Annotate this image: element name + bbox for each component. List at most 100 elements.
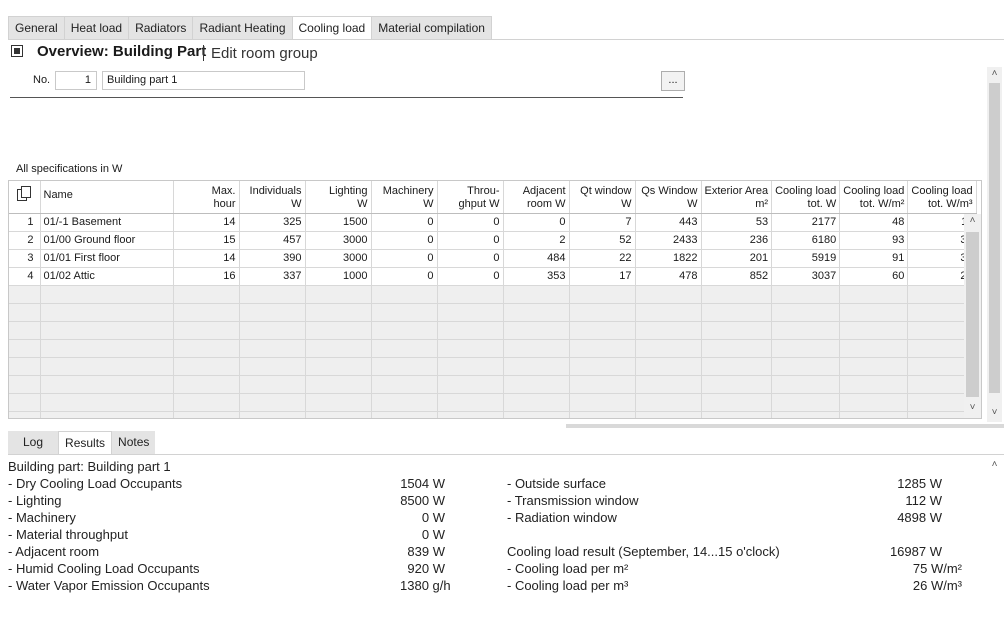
table-cell[interactable]: 0 [371, 267, 438, 286]
building-part-name-field[interactable]: Building part 1 [102, 71, 305, 90]
result-value: 26 W/m³ [912, 578, 962, 593]
collapse-toggle-icon[interactable] [11, 45, 23, 57]
table-cell[interactable]: 1500 [305, 213, 372, 232]
panel-scrollbar[interactable]: ˄ ˅ [987, 67, 1002, 422]
table-cell[interactable]: 236 [701, 231, 773, 250]
table-cell[interactable]: 91 [839, 249, 909, 268]
table-cell[interactable]: 3000 [305, 231, 372, 250]
column-header-name[interactable]: Name [40, 181, 174, 214]
table-cell[interactable]: 01/02 Attic [40, 267, 174, 286]
table-cell[interactable]: 0 [437, 249, 504, 268]
column-header-qs-window[interactable]: Qs Window W [635, 181, 702, 214]
empty-cell [239, 285, 306, 304]
table-cell[interactable]: 353 [503, 267, 570, 286]
table-row[interactable]: 3 01/01 First floor 14 390 3000 0 0 484 … [9, 249, 977, 268]
table-cell[interactable]: 2433 [635, 231, 702, 250]
table-cell[interactable]: 01/00 Ground floor [40, 231, 174, 250]
table-cell[interactable]: 478 [635, 267, 702, 286]
browse-button[interactable]: ... [661, 71, 685, 91]
table-cell[interactable]: 3037 [771, 267, 841, 286]
table-row[interactable]: 4 01/02 Attic 16 337 1000 0 0 353 17 478… [9, 267, 977, 286]
table-cell[interactable]: 17 [569, 267, 636, 286]
table-row[interactable]: 1 01/-1 Basement 14 325 1500 0 0 0 7 443… [9, 213, 977, 232]
table-cell[interactable]: 325 [239, 213, 306, 232]
tab-log[interactable]: Log [8, 431, 59, 455]
empty-cell [635, 339, 702, 358]
tab-notes[interactable]: Notes [112, 431, 156, 455]
table-cell[interactable]: 2177 [771, 213, 841, 232]
table-cell[interactable]: 443 [635, 213, 702, 232]
table-row[interactable]: 2 01/00 Ground floor 15 457 3000 0 0 2 5… [9, 231, 977, 250]
copy-icon[interactable] [9, 181, 41, 214]
column-header-cooling-load-total[interactable]: Cooling load tot. W [771, 181, 841, 214]
table-cell[interactable]: 01/-1 Basement [40, 213, 174, 232]
table-cell[interactable]: 0 [503, 213, 570, 232]
table-cell[interactable]: 0 [437, 213, 504, 232]
tab-radiant-heating[interactable]: Radiant Heating [192, 16, 292, 40]
number-field[interactable]: 1 [55, 71, 97, 90]
table-cell[interactable]: 0 [371, 213, 438, 232]
table-cell[interactable]: 852 [701, 267, 773, 286]
empty-cell [40, 285, 174, 304]
table-cell[interactable]: 60 [839, 267, 909, 286]
scroll-up-icon[interactable]: ˄ [987, 68, 1002, 79]
table-cell[interactable]: 0 [371, 249, 438, 268]
empty-cell [371, 411, 438, 418]
column-header-qt-window[interactable]: Qt window W [569, 181, 636, 214]
table-cell[interactable]: 7 [569, 213, 636, 232]
table-cell[interactable]: 201 [701, 249, 773, 268]
table-cell[interactable]: 390 [239, 249, 306, 268]
panel-scrollbar-thumb[interactable] [989, 83, 1000, 393]
column-header-cooling-load-per-m2[interactable]: Cooling load tot. W/m² [839, 181, 909, 214]
scroll-down-icon[interactable]: ˅ [987, 407, 1002, 418]
empty-cell [503, 339, 570, 358]
column-header-cooling-load-per-m3[interactable]: Cooling load tot. W/m³ [907, 181, 977, 214]
results-panel: Building part: Building part 1 - Dry Coo… [0, 455, 1004, 624]
table-cell[interactable]: 484 [503, 249, 570, 268]
table-cell[interactable]: 15 [173, 231, 240, 250]
grid-scrollbar[interactable]: ˄ ˅ [964, 214, 981, 418]
tab-results[interactable]: Results [58, 431, 113, 455]
column-header-lighting[interactable]: Lighting W [305, 181, 372, 214]
table-cell[interactable]: 16 [173, 267, 240, 286]
tab-material-compilation[interactable]: Material compilation [371, 16, 492, 40]
results-scroll-up-icon[interactable]: ˄ [987, 459, 1002, 470]
table-cell[interactable]: 48 [839, 213, 909, 232]
empty-cell [40, 375, 174, 394]
table-cell[interactable]: 52 [569, 231, 636, 250]
edit-room-group-link[interactable]: Edit room group [211, 45, 318, 62]
table-cell[interactable]: 0 [437, 231, 504, 250]
column-header-throughput[interactable]: Throu-ghput W [437, 181, 504, 214]
table-cell[interactable]: 93 [839, 231, 909, 250]
table-cell[interactable]: 22 [569, 249, 636, 268]
table-cell[interactable]: 1000 [305, 267, 372, 286]
table-cell[interactable]: 0 [371, 231, 438, 250]
table-cell[interactable]: 457 [239, 231, 306, 250]
table-cell[interactable]: 01/01 First floor [40, 249, 174, 268]
table-cell[interactable]: 14 [173, 213, 240, 232]
table-cell[interactable]: 14 [173, 249, 240, 268]
table-cell[interactable]: 5919 [771, 249, 841, 268]
table-cell[interactable]: 0 [437, 267, 504, 286]
column-header-individuals[interactable]: Individuals W [239, 181, 306, 214]
column-header-max-hour[interactable]: Max. hour [173, 181, 240, 214]
table-cell[interactable]: 3000 [305, 249, 372, 268]
grid-scroll-up-icon[interactable]: ˄ [965, 215, 980, 226]
table-cell[interactable]: 2 [503, 231, 570, 250]
empty-cell [771, 375, 841, 394]
tab-radiators[interactable]: Radiators [128, 16, 193, 40]
splitter-handle[interactable] [566, 424, 1004, 428]
tab-general[interactable]: General [8, 16, 64, 40]
results-scrollbar[interactable]: ˄ [987, 458, 1002, 624]
column-header-machinery[interactable]: Machinery W [371, 181, 438, 214]
tab-cooling-load[interactable]: Cooling load [291, 16, 372, 40]
table-cell[interactable]: 6180 [771, 231, 841, 250]
table-cell[interactable]: 337 [239, 267, 306, 286]
table-cell[interactable]: 53 [701, 213, 773, 232]
column-header-adjacent-room[interactable]: Adjacent room W [503, 181, 570, 214]
grid-scroll-down-icon[interactable]: ˅ [965, 402, 980, 413]
tab-heat-load[interactable]: Heat load [63, 16, 129, 40]
grid-scrollbar-thumb[interactable] [966, 232, 979, 397]
column-header-exterior-area[interactable]: Exterior Area m² [701, 181, 773, 214]
table-cell[interactable]: 1822 [635, 249, 702, 268]
